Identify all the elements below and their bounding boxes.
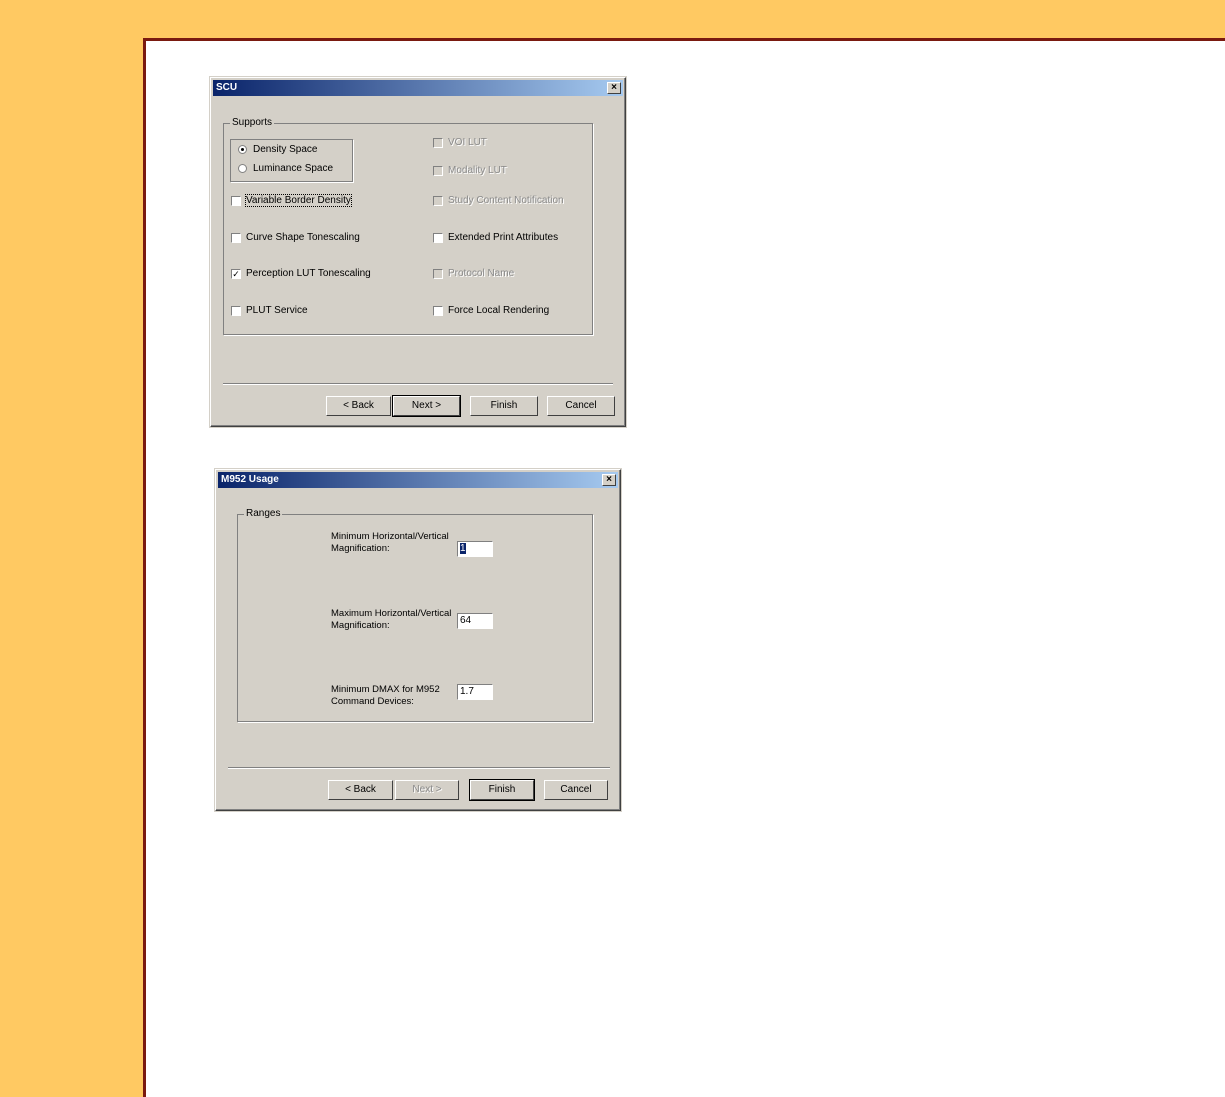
supports-group: Supports Density Space Luminance Space V… [223,117,593,335]
m952-separator [228,767,610,769]
checkbox-box [433,305,443,316]
checkbox-box [231,232,241,243]
ranges-group-label: Ranges [244,508,283,519]
curve-shape-tonescaling-checkbox[interactable]: Curve Shape Tonescaling [231,232,360,243]
checkbox-box [433,232,443,243]
perception-lut-tonescaling-label: Perception LUT Tonescaling [246,268,371,279]
m952-next-button[interactable]: Next > [395,780,459,800]
min-magnification-input[interactable]: 1 [457,541,493,557]
variable-border-density-label: Variable Border Density [245,194,352,207]
radio-dot [238,164,247,173]
checkbox-box [433,195,443,206]
min-magnification-label-line1: Minimum Horizontal/Vertical [331,531,449,542]
scu-next-button[interactable]: Next > [392,395,461,417]
density-space-radio[interactable]: Density Space [238,144,317,155]
checkbox-box [433,137,443,148]
force-local-rendering-checkbox[interactable]: Force Local Rendering [433,305,549,316]
scu-cancel-button[interactable]: Cancel [547,396,615,416]
protocol-name-checkbox[interactable]: Protocol Name [433,268,514,279]
scu-dialog: SCU × Supports Density Space Luminance S… [210,77,626,427]
perception-lut-tonescaling-checkbox[interactable]: ✓ Perception LUT Tonescaling [231,268,371,279]
voi-lut-checkbox[interactable]: VOI LUT [433,137,487,148]
max-magnification-label-line1: Maximum Horizontal/Vertical [331,608,452,619]
checkbox-box [433,268,443,279]
voi-lut-label: VOI LUT [448,137,487,148]
max-magnification-label-line2: Magnification: [331,620,390,631]
min-magnification-label-line2: Magnification: [331,543,390,554]
curve-shape-tonescaling-label: Curve Shape Tonescaling [246,232,360,243]
supports-group-label: Supports [230,117,275,128]
m952-finish-button[interactable]: Finish [469,779,535,801]
scu-finish-button[interactable]: Finish [470,396,538,416]
m952-cancel-button[interactable]: Cancel [544,780,608,800]
min-magnification-value: 1 [460,543,466,554]
min-dmax-label: Minimum DMAX for M952 Command Devices: [331,684,440,708]
variable-border-density-checkbox[interactable]: Variable Border Density [231,194,352,207]
extended-print-attributes-checkbox[interactable]: Extended Print Attributes [433,232,558,243]
checkbox-box [433,165,443,176]
checkmark-icon: ✓ [231,268,241,279]
min-dmax-value: 1.7 [460,686,474,697]
max-magnification-label: Maximum Horizontal/Vertical Magnificatio… [331,608,451,632]
scu-close-button[interactable]: × [607,82,621,94]
max-magnification-value: 64 [460,615,472,626]
scu-back-button[interactable]: < Back [326,396,391,416]
checkbox-box [231,305,241,316]
force-local-rendering-label: Force Local Rendering [448,305,550,316]
close-icon: × [611,82,617,93]
density-space-label: Density Space [253,144,318,155]
min-dmax-label-line1: Minimum DMAX for M952 [331,684,440,695]
scu-titlebar: SCU × [213,80,623,96]
min-magnification-label: Minimum Horizontal/Vertical Magnificatio… [331,531,449,555]
scu-title: SCU [216,82,238,93]
radio-dot [238,145,247,154]
plut-service-checkbox[interactable]: PLUT Service [231,305,308,316]
m952-close-button[interactable]: × [602,474,616,486]
m952-title: M952 Usage [221,474,279,485]
m952-back-button[interactable]: < Back [328,780,393,800]
scu-separator [223,383,613,385]
m952-dialog: M952 Usage × Ranges Minimum Horizontal/V… [215,469,621,811]
modality-lut-label: Modality LUT [448,165,507,176]
close-icon: × [606,474,612,485]
modality-lut-checkbox[interactable]: Modality LUT [433,165,507,176]
extended-print-attributes-label: Extended Print Attributes [448,232,559,243]
max-magnification-input[interactable]: 64 [457,613,493,629]
luminance-space-radio[interactable]: Luminance Space [238,163,333,174]
protocol-name-label: Protocol Name [448,268,515,279]
study-content-notification-checkbox[interactable]: Study Content Notification [433,195,564,206]
m952-titlebar: M952 Usage × [218,472,618,488]
study-content-notification-label: Study Content Notification [448,195,564,206]
luminance-space-label: Luminance Space [253,163,334,174]
min-dmax-label-line2: Command Devices: [331,696,414,707]
plut-service-label: PLUT Service [246,305,308,316]
checkbox-box [231,195,241,206]
min-dmax-input[interactable]: 1.7 [457,684,493,700]
ranges-group: Ranges Minimum Horizontal/Vertical Magni… [237,508,593,722]
